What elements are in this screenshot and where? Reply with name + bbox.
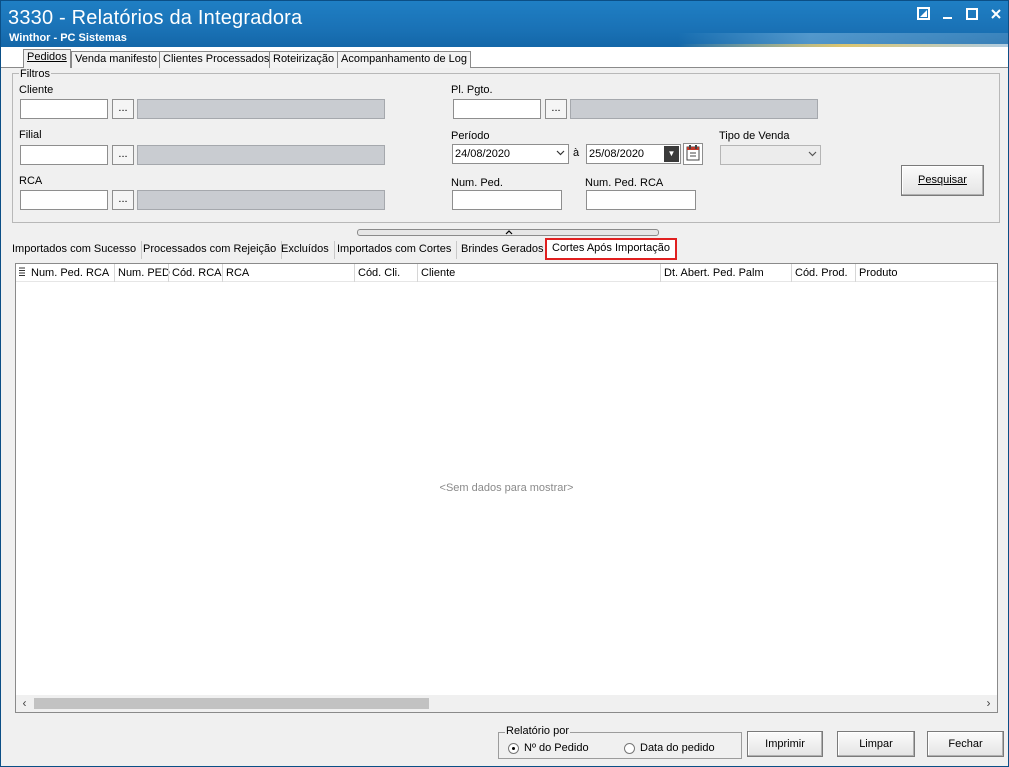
window-title: 3330 - Relatórios da Integradora bbox=[8, 7, 303, 29]
column-header[interactable]: Num. PED bbox=[114, 264, 170, 282]
scrollbar-thumb[interactable] bbox=[34, 698, 429, 709]
filters-group: Filtros Cliente ... Filial ... RCA ... P… bbox=[12, 68, 1000, 223]
minimize-icon[interactable] bbox=[940, 7, 956, 23]
filial-description-field bbox=[137, 145, 385, 165]
scroll-right-icon[interactable]: › bbox=[981, 696, 996, 711]
chevron-down-icon[interactable] bbox=[556, 146, 565, 164]
imprimir-button[interactable]: Imprimir bbox=[747, 731, 823, 757]
title-bar: 3330 - Relatórios da Integradora Winthor… bbox=[1, 1, 1008, 47]
maximize-icon[interactable] bbox=[964, 7, 980, 23]
dropdown-arrow-icon[interactable]: ▼ bbox=[664, 146, 679, 162]
pesquisar-label: Pesquisar bbox=[918, 174, 967, 186]
num-ped-rca-input[interactable] bbox=[586, 190, 696, 210]
radio-numero-pedido-label: Nº do Pedido bbox=[524, 742, 589, 754]
column-header[interactable]: Cód. Prod. bbox=[791, 264, 855, 282]
radio-unselected-icon bbox=[624, 742, 635, 754]
tab-cortes-apos-importacao[interactable]: Cortes Após Importação bbox=[545, 238, 678, 260]
relatorio-por-group: Relatório por Nº do Pedido Data do pedid… bbox=[498, 725, 742, 759]
column-header[interactable]: Cód. RCA bbox=[168, 264, 222, 282]
grid-header: Num. Ped. RCA Num. PED Cód. RCA RCA Cód.… bbox=[16, 264, 997, 282]
radio-data-pedido-label: Data do pedido bbox=[640, 742, 715, 754]
column-header[interactable]: Cliente bbox=[417, 264, 660, 282]
tab-processados-com-rejeicao[interactable]: Processados com Rejeição bbox=[138, 241, 283, 259]
tab-clientes-processados[interactable]: Clientes Processados bbox=[159, 51, 274, 68]
filial-label: Filial bbox=[19, 129, 42, 141]
periodo-start-date[interactable]: 24/08/2020 bbox=[452, 144, 569, 164]
num-ped-rca-label: Num. Ped. RCA bbox=[585, 177, 664, 189]
column-chooser-icon[interactable] bbox=[19, 267, 25, 280]
tab-roteirizacao[interactable]: Roteirização bbox=[269, 51, 339, 68]
rca-lookup-button[interactable]: ... bbox=[112, 190, 134, 210]
sub-tab-bar: Importados com Sucesso Processados com R… bbox=[1, 238, 1008, 260]
cliente-lookup-button[interactable]: ... bbox=[112, 99, 134, 119]
close-icon[interactable] bbox=[988, 7, 1004, 23]
filial-code-input[interactable] bbox=[20, 145, 108, 165]
filial-lookup-button[interactable]: ... bbox=[112, 145, 134, 165]
radio-data-pedido[interactable]: Data do pedido bbox=[624, 742, 715, 754]
column-header[interactable]: Num. Ped. RCA bbox=[28, 264, 114, 282]
window-controls bbox=[916, 7, 1004, 23]
scroll-left-icon[interactable]: ‹ bbox=[17, 696, 32, 711]
cliente-code-input[interactable] bbox=[20, 99, 108, 119]
tipo-venda-select[interactable] bbox=[720, 145, 821, 165]
pesquisar-button[interactable]: Pesquisar bbox=[901, 165, 984, 196]
column-header[interactable]: RCA bbox=[222, 264, 354, 282]
limpar-button[interactable]: Limpar bbox=[837, 731, 915, 757]
periodo-end-value: 25/08/2020 bbox=[589, 148, 645, 160]
rca-label: RCA bbox=[19, 175, 43, 187]
fechar-label: Fechar bbox=[948, 738, 983, 750]
cliente-description-field bbox=[137, 99, 385, 119]
periodo-separator: à bbox=[573, 147, 580, 159]
horizontal-scrollbar[interactable]: ‹ › bbox=[16, 695, 997, 712]
num-ped-label: Num. Ped. bbox=[451, 177, 503, 189]
main-content: Filtros Cliente ... Filial ... RCA ... P… bbox=[1, 68, 1008, 766]
periodo-start-value: 24/08/2020 bbox=[455, 148, 511, 160]
calendar-icon[interactable] bbox=[683, 143, 703, 165]
fechar-button[interactable]: Fechar bbox=[927, 731, 1004, 757]
chevron-down-icon bbox=[808, 147, 817, 165]
empty-grid-message: <Sem dados para mostrar> bbox=[439, 482, 574, 494]
pl-pgto-description-field bbox=[570, 99, 818, 119]
tab-importados-com-sucesso[interactable]: Importados com Sucesso bbox=[7, 241, 143, 259]
app-window: 3330 - Relatórios da Integradora Winthor… bbox=[0, 0, 1009, 767]
periodo-end-date[interactable]: 25/08/2020 ▼ bbox=[586, 144, 681, 164]
rca-description-field bbox=[137, 190, 385, 210]
tipo-venda-label: Tipo de Venda bbox=[719, 130, 790, 142]
filters-legend: Filtros bbox=[19, 68, 51, 80]
limpar-label: Limpar bbox=[859, 738, 893, 750]
column-header[interactable]: Dt. Abert. Ped. Palm bbox=[660, 264, 791, 282]
imprimir-label: Imprimir bbox=[765, 738, 805, 750]
column-header[interactable]: Cód. Cli. bbox=[354, 264, 417, 282]
column-header[interactable]: Produto bbox=[855, 264, 997, 282]
tab-acompanhamento-de-log[interactable]: Acompanhamento de Log bbox=[337, 51, 471, 68]
tab-importados-com-cortes[interactable]: Importados com Cortes bbox=[332, 241, 458, 259]
tab-pedidos[interactable]: Pedidos bbox=[23, 49, 71, 69]
cliente-label: Cliente bbox=[19, 84, 54, 96]
pl-pgto-lookup-button[interactable]: ... bbox=[545, 99, 567, 119]
tab-venda-manifesto[interactable]: Venda manifesto bbox=[71, 51, 161, 68]
results-grid[interactable]: Num. Ped. RCA Num. PED Cód. RCA RCA Cód.… bbox=[15, 263, 998, 713]
tab-excluidos[interactable]: Excluídos bbox=[276, 241, 335, 259]
rca-code-input[interactable] bbox=[20, 190, 108, 210]
restore-icon[interactable] bbox=[916, 7, 932, 23]
collapse-splitter[interactable] bbox=[357, 229, 659, 236]
main-tab-bar: Pedidos Venda manifesto Clientes Process… bbox=[1, 47, 1008, 69]
num-ped-input[interactable] bbox=[452, 190, 562, 210]
window-subtitle: Winthor - PC Sistemas bbox=[9, 32, 127, 44]
pl-pgto-label: Pl. Pgto. bbox=[451, 84, 493, 96]
relatorio-por-legend: Relatório por bbox=[505, 725, 570, 737]
radio-numero-pedido[interactable]: Nº do Pedido bbox=[508, 742, 589, 754]
pl-pgto-code-input[interactable] bbox=[453, 99, 541, 119]
tab-brindes-gerados[interactable]: Brindes Gerados bbox=[456, 241, 550, 259]
periodo-label: Período bbox=[451, 130, 490, 142]
radio-selected-icon bbox=[508, 742, 519, 754]
